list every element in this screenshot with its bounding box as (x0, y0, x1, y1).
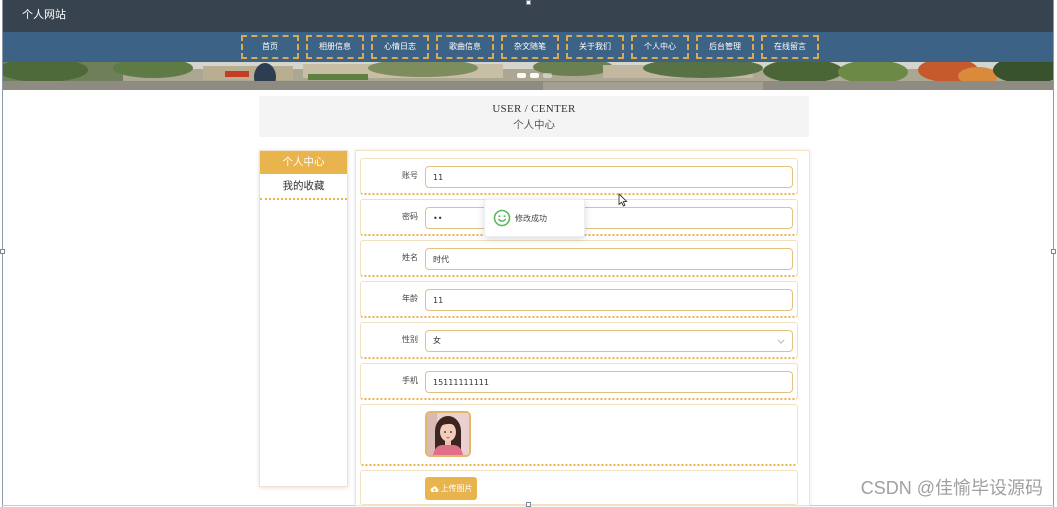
form-row-gender: 性别 女 (360, 322, 798, 359)
page-header: USER / CENTER 个人中心 (259, 96, 809, 137)
account-label: 账号 (402, 171, 418, 180)
nav-item-mood-diary[interactable]: 心情日志 (371, 35, 429, 59)
nav-list: 首页 相册信息 心情日志 歌曲信息 杂文随笔 关于我们 个人中心 后台管理 在线… (241, 35, 819, 59)
resize-handle-top[interactable] (526, 0, 531, 5)
password-input[interactable] (425, 207, 793, 229)
avatar-eye (444, 431, 446, 433)
success-toast: 修改成功 (484, 199, 585, 237)
upload-image-button[interactable]: 上传图片 (425, 477, 477, 500)
name-label: 姓名 (402, 253, 418, 262)
page-title-en: USER / CENTER (492, 103, 576, 115)
carousel-dot[interactable] (517, 73, 526, 78)
nav-item-user-center[interactable]: 个人中心 (631, 35, 689, 59)
gender-label: 性别 (402, 335, 418, 344)
age-input[interactable] (425, 289, 793, 311)
banner-hedge (308, 74, 368, 80)
nav-item-about-us[interactable]: 关于我们 (566, 35, 624, 59)
form-row-age: 年龄 (360, 281, 798, 318)
banner-ground (3, 81, 1053, 90)
avatar-lips (446, 436, 450, 439)
resize-handle-right[interactable] (1051, 249, 1056, 254)
account-input[interactable] (425, 166, 793, 188)
watermark: CSDN @佳愉毕设源码 (860, 478, 1043, 498)
sidebar-item-favorites[interactable]: 我的收藏 (260, 176, 347, 200)
nav-item-essays[interactable]: 杂文随笔 (501, 35, 559, 59)
banner-pavement (543, 82, 763, 90)
form-row-upload: 上传图片 (360, 470, 798, 505)
form-row-name: 姓名 (360, 240, 798, 277)
banner-carousel (3, 62, 1053, 90)
cloud-upload-icon (430, 485, 439, 493)
phone-input[interactable] (425, 371, 793, 393)
form-row-avatar (360, 404, 798, 466)
nav-item-songs[interactable]: 歌曲信息 (436, 35, 494, 59)
smile-icon (493, 209, 511, 227)
sidebar-item-user-center[interactable]: 个人中心 (260, 151, 347, 174)
form-row-account: 账号 (360, 158, 798, 195)
avatar-eye (450, 431, 452, 433)
toast-message: 修改成功 (515, 214, 547, 223)
phone-label: 手机 (402, 376, 418, 385)
nav-item-home[interactable]: 首页 (241, 35, 299, 59)
carousel-dots (517, 73, 552, 78)
resize-handle-bottom[interactable] (526, 502, 531, 507)
nav-item-message-board[interactable]: 在线留言 (761, 35, 819, 59)
carousel-dot[interactable] (530, 73, 539, 78)
nav-item-admin[interactable]: 后台管理 (696, 35, 754, 59)
password-label: 密码 (402, 212, 418, 221)
age-label: 年龄 (402, 294, 418, 303)
main-nav: 首页 相册信息 心情日志 歌曲信息 杂文随笔 关于我们 个人中心 后台管理 在线… (3, 32, 1053, 62)
site-title[interactable]: 个人网站 (22, 7, 66, 22)
name-input[interactable] (425, 248, 793, 270)
gender-select-value: 女 (433, 336, 441, 345)
resize-handle-left[interactable] (0, 249, 5, 254)
avatar-face (440, 422, 456, 442)
carousel-dot[interactable] (543, 73, 552, 78)
upload-image-label: 上传图片 (440, 484, 473, 493)
page-title-cn: 个人中心 (513, 119, 555, 131)
chevron-down-icon (777, 339, 785, 344)
mouse-pointer-icon (618, 193, 628, 207)
avatar-image (425, 411, 471, 457)
banner-red-bench (225, 71, 249, 77)
gender-select[interactable]: 女 (425, 330, 793, 352)
form-row-phone: 手机 (360, 363, 798, 400)
nav-item-album[interactable]: 相册信息 (306, 35, 364, 59)
user-sidebar: 个人中心 我的收藏 (259, 150, 348, 487)
